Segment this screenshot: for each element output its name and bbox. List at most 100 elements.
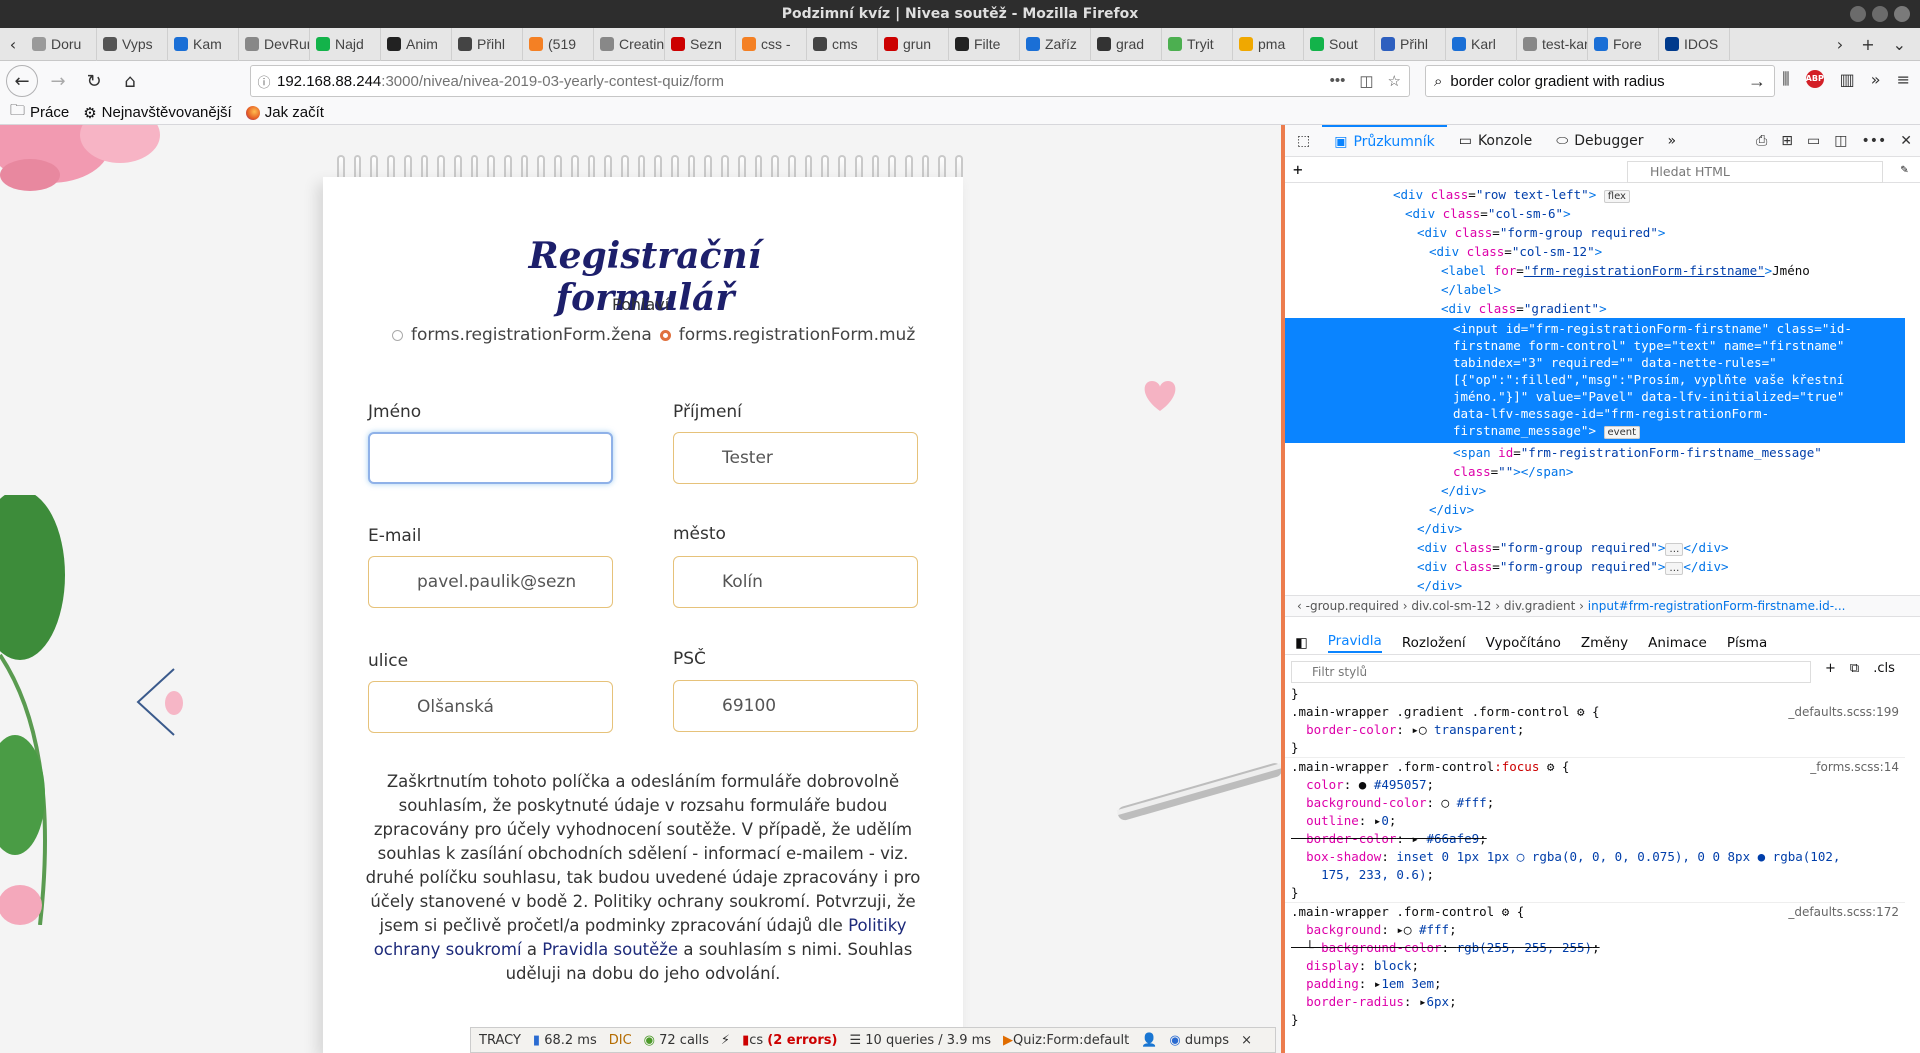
sidebar-icon[interactable]: ▥ — [1840, 70, 1855, 89]
tree-line[interactable]: </div> — [1285, 519, 1905, 538]
tabs-scroll-right-icon[interactable]: › — [1837, 35, 1843, 54]
browser-tab[interactable]: Creatinc — [594, 27, 665, 61]
tab-animations[interactable]: Animace — [1648, 635, 1707, 651]
browser-tab[interactable]: css - — [736, 27, 807, 61]
bookmark-star-icon[interactable]: ☆ — [1388, 72, 1401, 90]
more-tabs-icon[interactable]: » — [1656, 125, 1689, 157]
minimize-button[interactable] — [1850, 6, 1866, 22]
tree-line[interactable]: <span id="frm-registrationForm-firstname… — [1285, 443, 1905, 462]
styles-filter-input[interactable]: Filtr stylů — [1291, 661, 1811, 683]
email-input[interactable]: pavel.paulik@sezn — [368, 556, 613, 608]
tree-line[interactable]: <div class="col-sm-6"> — [1285, 204, 1905, 223]
browser-tab[interactable]: Sout — [1304, 27, 1375, 61]
html-search-input[interactable]: Hledat HTML — [1627, 161, 1883, 183]
street-input[interactable]: Olšanská — [368, 681, 613, 733]
tree-line[interactable]: </div> — [1285, 481, 1905, 500]
css-rule[interactable]: .main-wrapper .form-control ⚙ {_defaults… — [1285, 902, 1905, 1029]
tree-line[interactable]: <div class="form-group required">… </div> — [1285, 538, 1905, 557]
devtools-close-icon[interactable]: ✕ — [1900, 133, 1912, 149]
new-tab-icon[interactable]: + — [1861, 35, 1874, 54]
add-rule-icon[interactable]: + — [1825, 661, 1836, 676]
browser-tab[interactable]: pma — [1233, 27, 1304, 61]
browser-tab[interactable]: cms — [807, 27, 878, 61]
hamburger-menu-icon[interactable]: ≡ — [1897, 70, 1910, 89]
tree-line[interactable]: <div class="form-group required">… </div> — [1285, 557, 1905, 576]
search-go-icon[interactable]: → — [1748, 71, 1766, 92]
tracy-debug-bar[interactable]: TRACY ▮ 68.2 ms DIC ◉ 72 calls ⚡ ▮cs (2 … — [470, 1027, 1276, 1053]
tree-line[interactable]: </div> — [1285, 576, 1905, 595]
url-bar[interactable]: ⓘ 192.168.88.244:3000/nivea/nivea-2019-0… — [250, 65, 1410, 97]
overflow-chevron-icon[interactable]: » — [1871, 70, 1881, 89]
city-input[interactable]: Kolín — [673, 556, 918, 608]
tree-line[interactable]: <div class="row text-left"> flex — [1285, 185, 1905, 204]
tab-debugger[interactable]: ⬭ Debugger — [1544, 125, 1655, 157]
tab-changes[interactable]: Změny — [1581, 635, 1628, 651]
all-tabs-chevron-icon[interactable]: ⌄ — [1893, 35, 1906, 54]
cls-button[interactable]: .cls — [1873, 661, 1895, 676]
lightning-icon[interactable]: ⚡ — [721, 1033, 730, 1048]
forward-button[interactable]: → — [42, 65, 74, 97]
browser-tab[interactable]: Zaříz — [1020, 27, 1091, 61]
browser-tab[interactable]: Anim — [381, 27, 452, 61]
contest-rules-link[interactable]: Pravidla soutěže — [542, 940, 678, 959]
dock-icon[interactable]: ◫ — [1834, 133, 1847, 149]
tree-line[interactable]: </div> — [1285, 500, 1905, 519]
home-button[interactable]: ⌂ — [114, 65, 146, 97]
browser-tab[interactable]: (519 — [523, 27, 594, 61]
browser-tab[interactable]: Fore — [1588, 27, 1659, 61]
tree-line[interactable]: <div class="form-group required"> — [1285, 223, 1905, 242]
library-icon[interactable]: ⫼ — [1782, 69, 1789, 89]
browser-tab[interactable]: IDOS — [1659, 27, 1730, 61]
browser-tab[interactable]: test-kar — [1517, 27, 1588, 61]
browser-tab[interactable]: Filte — [949, 27, 1020, 61]
css-rule[interactable]: .main-wrapper .form-control:focus ⚙ {_fo… — [1285, 757, 1905, 902]
toggle-pseudo-icon[interactable]: ⧉ — [1850, 661, 1859, 676]
gender-radio-female[interactable] — [392, 329, 403, 341]
reload-button[interactable]: ↻ — [78, 65, 110, 97]
user-icon[interactable]: 👤 — [1141, 1033, 1157, 1048]
browser-tab[interactable]: Tryit — [1162, 27, 1233, 61]
firstname-input[interactable] — [368, 432, 613, 484]
di-container-icon[interactable]: DIC — [609, 1033, 632, 1048]
maximize-button[interactable] — [1872, 6, 1888, 22]
browser-tab[interactable]: Vyps — [97, 27, 168, 61]
close-button[interactable] — [1894, 6, 1910, 22]
pocket-icon[interactable]: ◫ — [1359, 72, 1373, 90]
tree-line[interactable]: </label> — [1285, 280, 1905, 299]
zip-input[interactable]: 69100 — [673, 680, 918, 732]
bookmark-prace[interactable]: 🗀 Práce — [10, 100, 69, 125]
tracy-close-icon[interactable]: × — [1241, 1033, 1252, 1048]
eyedropper-icon[interactable]: ✎ — [1900, 161, 1908, 176]
carousel-prev-arrow-icon[interactable] — [134, 667, 184, 737]
tabs-scroll-left-icon[interactable]: ‹ — [0, 35, 26, 54]
tab-fonts[interactable]: Písma — [1727, 635, 1767, 651]
tracy-time[interactable]: ▮ 68.2 ms — [533, 1033, 597, 1048]
add-node-icon[interactable]: + — [1293, 160, 1303, 179]
tracy-logo[interactable]: TRACY — [479, 1033, 521, 1048]
tab-layout[interactable]: Rozložení — [1402, 635, 1466, 651]
element-picker-icon[interactable]: ⬚ — [1285, 125, 1322, 157]
search-bar[interactable]: ⌕ border color gradient with radius → — [1425, 65, 1775, 97]
browser-tab[interactable]: Sezn — [665, 27, 736, 61]
screenshot-icon[interactable]: ⎙ — [1756, 133, 1767, 149]
browser-tab[interactable]: Přihl — [452, 27, 523, 61]
tab-computed[interactable]: Vypočítáno — [1486, 635, 1561, 651]
bookmark-getting-started[interactable]: Jak začít — [245, 104, 324, 121]
lastname-input[interactable]: Tester — [673, 432, 918, 484]
page-actions-icon[interactable]: ••• — [1330, 72, 1346, 90]
css-rule[interactable]: } .main-wrapper .gradient .form-control … — [1285, 685, 1905, 757]
browser-tab[interactable]: grad — [1091, 27, 1162, 61]
responsive-icon[interactable]: ⊞ — [1781, 133, 1793, 149]
tab-rules[interactable]: Pravidla — [1327, 633, 1382, 653]
browser-tab[interactable]: DevRun — [239, 27, 310, 61]
back-button[interactable]: ← — [6, 65, 38, 97]
tree-line[interactable]: <label for="frm-registrationForm-firstna… — [1285, 261, 1905, 280]
selected-node[interactable]: <input id="frm-registrationForm-firstnam… — [1285, 318, 1905, 443]
gender-radio-male[interactable] — [659, 329, 671, 341]
tracy-errors[interactable]: ▮cs (2 errors) — [742, 1033, 837, 1048]
browser-tab[interactable]: Přihl — [1375, 27, 1446, 61]
browser-tab[interactable]: Najd — [310, 27, 381, 61]
tracy-dumps[interactable]: ◉ dumps — [1169, 1033, 1229, 1048]
tab-console[interactable]: ▭ Konzole — [1447, 125, 1545, 157]
tracy-queries[interactable]: ☰ 10 queries / 3.9 ms — [849, 1033, 991, 1048]
